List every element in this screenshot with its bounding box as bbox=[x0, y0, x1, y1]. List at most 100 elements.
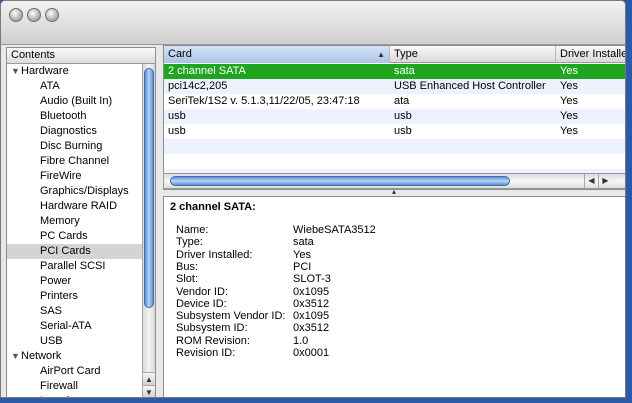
sidebar-item-label: Locations bbox=[40, 395, 87, 397]
detail-field-key: Name: bbox=[176, 224, 209, 236]
table-cell: usb bbox=[168, 125, 186, 137]
table-row[interactable]: usb usb Yes bbox=[164, 124, 625, 139]
sidebar-item-label: Power bbox=[40, 275, 72, 287]
column-header-card[interactable]: Card ▲ bbox=[164, 46, 390, 63]
sidebar-item[interactable]: Serial-ATA bbox=[7, 319, 143, 334]
table-cell: Yes bbox=[560, 125, 578, 137]
table-cell: sata bbox=[394, 65, 415, 77]
sidebar-item[interactable]: Printers bbox=[7, 289, 143, 304]
sidebar-item[interactable]: PC Cards bbox=[7, 229, 143, 244]
sidebar-item[interactable]: Hardware RAID bbox=[7, 199, 143, 214]
sidebar-item-label: USB bbox=[40, 335, 63, 347]
sidebar-item[interactable]: SAS bbox=[7, 304, 143, 319]
detail-field-key: Vendor ID: bbox=[176, 285, 228, 298]
detail-field-key: Bus: bbox=[176, 260, 199, 273]
sidebar-item-label: Fibre Channel bbox=[40, 155, 110, 167]
disclosure-triangle-icon[interactable]: ▼ bbox=[11, 64, 21, 79]
table-row[interactable]: SeriTek/1S2 v. 5.1.3,11/22/05, 23:47:18 a… bbox=[164, 94, 625, 109]
detail-field-key: Device ID: bbox=[176, 297, 227, 310]
sidebar-item[interactable]: FireWire bbox=[7, 169, 143, 184]
sidebar-category[interactable]: ▼Hardware bbox=[7, 64, 143, 79]
table-cell: Yes bbox=[560, 80, 578, 92]
detail-pane: 2 channel SATA: Name: WiebeSATA3512 Type: s… bbox=[163, 196, 625, 397]
table-scroll-thumb[interactable] bbox=[170, 176, 510, 186]
table-body: 2 channel SATA sata Yes pci14c2,205 USB Enha… bbox=[164, 64, 625, 184]
table-cell: USB Enhanced Host Controller bbox=[394, 80, 546, 92]
scroll-right-arrow-icon[interactable]: ▶ bbox=[598, 174, 612, 188]
detail-field-value: SLOT-3 bbox=[293, 273, 331, 286]
contents-sidebar: Contents ▼Hardware ATA Audio (Built In) Blu… bbox=[6, 47, 156, 397]
close-window-button[interactable] bbox=[9, 8, 23, 22]
detail-field-value: Yes bbox=[293, 248, 311, 261]
pci-cards-table: Card ▲ Type Driver Installed 2 channel S… bbox=[163, 45, 625, 190]
table-row[interactable]: pci14c2,205 USB Enhanced Host Controller Y… bbox=[164, 79, 625, 94]
sidebar-category[interactable]: ▼Network bbox=[7, 349, 143, 364]
title-bar bbox=[1, 1, 625, 45]
sidebar-vertical-scrollbar[interactable]: ▲ ▼ bbox=[142, 64, 155, 397]
desktop-edge bbox=[626, 0, 632, 403]
sidebar-item-label: Disc Burning bbox=[40, 140, 103, 152]
detail-field-value: 0x1095 bbox=[293, 285, 330, 298]
sidebar-item[interactable]: Diagnostics bbox=[7, 124, 143, 139]
minimize-window-button[interactable] bbox=[27, 8, 41, 22]
detail-field-key: Subsystem Vendor ID: bbox=[176, 310, 286, 323]
sidebar-item[interactable]: PCI Cards bbox=[7, 244, 143, 259]
sidebar-item[interactable]: Bluetooth bbox=[7, 109, 143, 124]
table-row[interactable]: 2 channel SATA sata Yes bbox=[164, 64, 625, 79]
table-header-row: Card ▲ Type Driver Installed bbox=[164, 46, 625, 63]
scroll-down-arrow-icon[interactable]: ▼ bbox=[143, 385, 155, 397]
empty-row bbox=[164, 154, 625, 169]
detail-field-key: Driver Installed: bbox=[176, 248, 253, 261]
sidebar-scroll-thumb[interactable] bbox=[144, 68, 154, 308]
detail-field-value: 0x1095 bbox=[293, 310, 330, 323]
table-cell: usb bbox=[394, 110, 412, 122]
sidebar-item[interactable]: Fibre Channel bbox=[7, 154, 143, 169]
detail-field-value: WiebeSATA3512 bbox=[293, 224, 376, 236]
sidebar-item-label: AirPort Card bbox=[40, 365, 101, 377]
sidebar-item-label: Serial-ATA bbox=[40, 320, 92, 332]
sidebar-item[interactable]: Disc Burning bbox=[7, 139, 143, 154]
table-cell: Yes bbox=[560, 65, 578, 77]
column-header-type[interactable]: Type bbox=[390, 46, 556, 63]
sidebar-item[interactable]: ATA bbox=[7, 79, 143, 94]
detail-field-value: 0x3512 bbox=[293, 322, 330, 335]
sidebar-item-label: Hardware RAID bbox=[40, 200, 118, 212]
sidebar-item-label: Bluetooth bbox=[40, 110, 87, 122]
column-header-type-label: Type bbox=[394, 48, 418, 60]
detail-field-value: 1.0 bbox=[293, 334, 309, 347]
column-header-driver-installed[interactable]: Driver Installed bbox=[556, 46, 625, 63]
sidebar-item[interactable]: Power bbox=[7, 274, 143, 289]
sidebar-item-label: Network bbox=[21, 350, 62, 362]
detail-title: 2 channel SATA: bbox=[170, 201, 256, 213]
sidebar-item[interactable]: Parallel SCSI bbox=[7, 259, 143, 274]
detail-field-value: 0x0001 bbox=[293, 347, 330, 359]
table-cell: pci14c2,205 bbox=[168, 80, 228, 92]
sort-ascending-icon: ▲ bbox=[377, 50, 385, 59]
sidebar-item-label: PCI Cards bbox=[40, 245, 91, 257]
sidebar-item-label: Audio (Built In) bbox=[40, 95, 113, 107]
sidebar-item[interactable]: Graphics/Displays bbox=[7, 184, 143, 199]
sidebar-item[interactable]: Locations bbox=[7, 394, 143, 397]
sidebar-item[interactable]: Memory bbox=[7, 214, 143, 229]
sidebar-item[interactable]: Audio (Built In) bbox=[7, 94, 143, 109]
contents-header-label: Contents bbox=[11, 49, 56, 61]
detail-field-value: sata bbox=[293, 236, 314, 249]
sidebar-item[interactable]: AirPort Card bbox=[7, 364, 143, 379]
table-cell: SeriTek/1S2 v. 5.1.3,11/22/05, 23:47:18 bbox=[168, 95, 360, 107]
zoom-window-button[interactable] bbox=[45, 8, 59, 22]
contents-header[interactable]: Contents bbox=[7, 48, 155, 64]
sidebar-item-label: Hardware bbox=[21, 65, 69, 77]
sidebar-item[interactable]: USB bbox=[7, 334, 143, 349]
scroll-left-arrow-icon[interactable]: ◀ bbox=[584, 174, 598, 188]
scroll-up-arrow-icon[interactable]: ▲ bbox=[143, 372, 155, 385]
table-row[interactable]: usb usb Yes bbox=[164, 109, 625, 124]
table-cell: usb bbox=[394, 125, 412, 137]
splitter-handle-icon[interactable]: ▴ bbox=[392, 188, 398, 196]
sidebar-item-label: SAS bbox=[40, 305, 63, 317]
detail-field-value: 0x3512 bbox=[293, 297, 330, 310]
sidebar-item-label: Memory bbox=[40, 215, 80, 227]
sidebar-item-label: FireWire bbox=[40, 170, 82, 182]
table-cell: 2 channel SATA bbox=[168, 65, 246, 77]
disclosure-triangle-icon[interactable]: ▼ bbox=[11, 349, 21, 364]
sidebar-item[interactable]: Firewall bbox=[7, 379, 143, 394]
